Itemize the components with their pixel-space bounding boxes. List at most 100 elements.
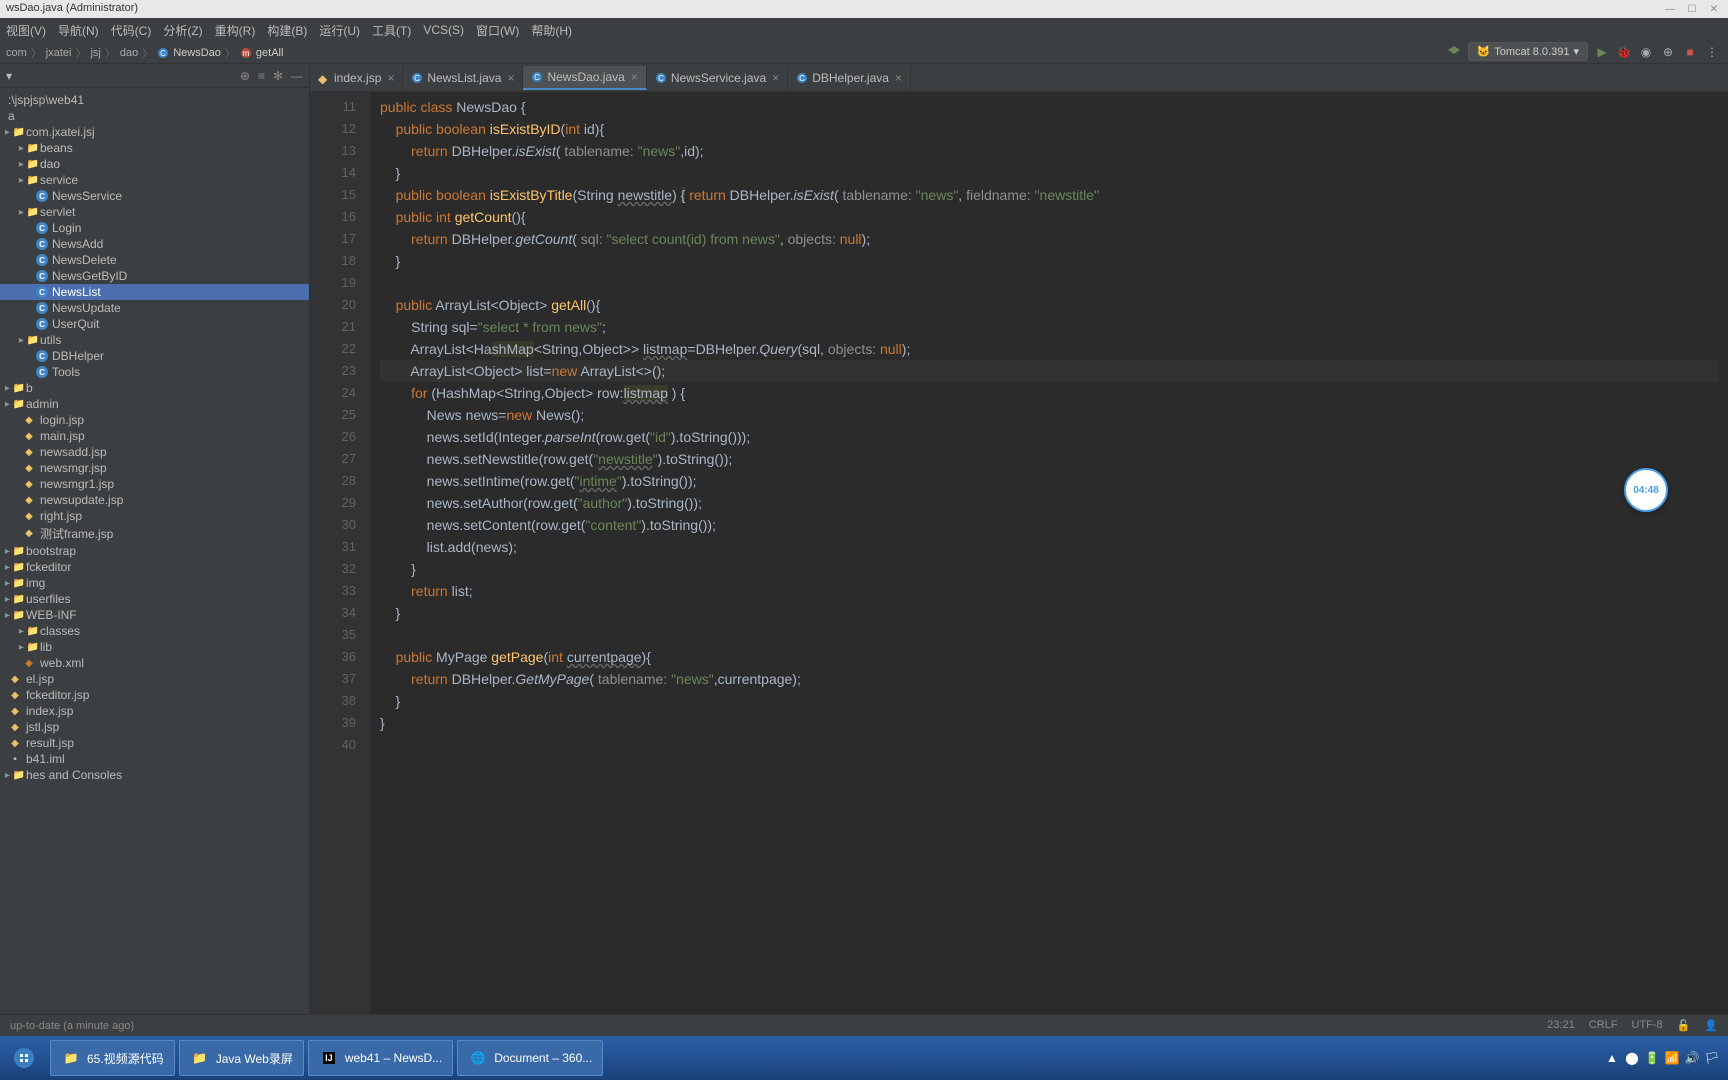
code-line[interactable]: news.setAuthor(row.get("author").toStrin… (380, 492, 1718, 514)
tree-item[interactable]: ▸ 📁img (0, 575, 309, 591)
tree-item[interactable]: ◆result.jsp (0, 735, 309, 751)
tray-icon[interactable]: 🏳 (1704, 1050, 1720, 1066)
line-number[interactable]: 16 (314, 206, 356, 228)
tray-icon[interactable]: 📶 (1664, 1050, 1680, 1066)
profile-icon[interactable]: ⊕ (1660, 44, 1676, 60)
run-configuration[interactable]: 🐱 Tomcat 8.0.391 ▾ (1468, 42, 1588, 61)
line-number[interactable]: 28 (314, 470, 356, 492)
line-number[interactable]: 14 (314, 162, 356, 184)
line-number[interactable]: 35 (314, 624, 356, 646)
code-line[interactable]: for (HashMap<String,Object> row:listmap … (380, 382, 1718, 404)
menu-tools[interactable]: 工具(T) (372, 22, 411, 39)
editor-tab[interactable]: CDBHelper.java× (788, 66, 911, 90)
tree-item[interactable]: ▸ 📁dao (0, 156, 309, 172)
tree-item[interactable]: CLogin (0, 220, 309, 236)
line-number[interactable]: 18 (314, 250, 356, 272)
tree-item[interactable]: ◆newsupdate.jsp (0, 492, 309, 508)
code-line[interactable]: return list; (380, 580, 1718, 602)
code-line[interactable]: ArrayList<HashMap<String,Object>> listma… (380, 338, 1718, 360)
code-line[interactable]: news.setNewstitle(row.get("newstitle").t… (380, 448, 1718, 470)
tree-item[interactable]: ▸ 📁fckeditor (0, 559, 309, 575)
tree-item[interactable]: ▸ 📁hes and Consoles (0, 767, 309, 783)
line-number[interactable]: 17 (314, 228, 356, 250)
tree-item[interactable]: CDBHelper (0, 348, 309, 364)
tree-item[interactable]: CNewsUpdate (0, 300, 309, 316)
close-icon[interactable]: × (895, 71, 902, 85)
tree-item[interactable]: CTools (0, 364, 309, 380)
line-number[interactable]: 23 (314, 360, 356, 382)
line-number[interactable]: 15 (314, 184, 356, 206)
code-line[interactable]: return DBHelper.GetMyPage( tablename: "n… (380, 668, 1718, 690)
stop-icon[interactable]: ■ (1682, 44, 1698, 60)
tree-item[interactable]: CNewsDelete (0, 252, 309, 268)
line-number[interactable]: 26 (314, 426, 356, 448)
tree-item[interactable]: CUserQuit (0, 316, 309, 332)
tree-item[interactable]: CNewsAdd (0, 236, 309, 252)
tree-item[interactable]: ▸ 📁admin (0, 396, 309, 412)
tray-icon[interactable]: 🔋 (1644, 1050, 1660, 1066)
code-line[interactable]: String sql="select * from news"; (380, 316, 1718, 338)
tree-item[interactable]: ▸ 📁com.jxatei.jsj (0, 124, 309, 140)
tree-item[interactable]: ◆测试frame.jsp (0, 524, 309, 543)
tree-item[interactable]: ◆fckeditor.jsp (0, 687, 309, 703)
code-line[interactable]: news.setContent(row.get("content").toStr… (380, 514, 1718, 536)
close-icon[interactable]: × (631, 70, 638, 84)
hide-icon[interactable]: — (291, 69, 303, 83)
menu-analyze[interactable]: 分析(Z) (163, 22, 202, 39)
code-line[interactable]: list.add(news); (380, 536, 1718, 558)
tray-icon[interactable]: ▲ (1604, 1050, 1620, 1066)
readonly-icon[interactable]: 🔓 (1677, 1019, 1691, 1032)
tree-item[interactable]: ◆newsmgr.jsp (0, 460, 309, 476)
line-number[interactable]: 32 (314, 558, 356, 580)
code-line[interactable] (380, 272, 1718, 294)
code-line[interactable]: } (380, 162, 1718, 184)
tree-item[interactable]: ◆login.jsp (0, 412, 309, 428)
start-button[interactable] (0, 1036, 48, 1080)
line-number[interactable]: 22 (314, 338, 356, 360)
code-line[interactable]: ArrayList<Object> list=new ArrayList<>()… (380, 360, 1718, 382)
close-icon[interactable]: × (387, 71, 394, 85)
tree-item[interactable]: ◆main.jsp (0, 428, 309, 444)
crumb-class[interactable]: NewsDao (173, 47, 221, 59)
maximize-button[interactable]: ☐ (1682, 2, 1702, 16)
tree-item[interactable]: ▸ 📁beans (0, 140, 309, 156)
crumb-com[interactable]: com (6, 47, 27, 59)
run-icon[interactable]: ▶ (1594, 44, 1610, 60)
tree-item[interactable]: ▸ 📁bootstrap (0, 543, 309, 559)
editor-tab[interactable]: CNewsService.java× (647, 66, 788, 90)
project-tree[interactable]: :\jspjsp\web41 a ▸ 📁com.jxatei.jsj▸ 📁bea… (0, 88, 309, 787)
file-encoding[interactable]: UTF-8 (1631, 1019, 1662, 1032)
menu-refactor[interactable]: 重构(R) (215, 22, 256, 39)
line-number[interactable]: 33 (314, 580, 356, 602)
project-dropdown[interactable]: ▾ (6, 69, 12, 83)
tree-item[interactable]: ◆jstl.jsp (0, 719, 309, 735)
tree-item[interactable]: ◆newsadd.jsp (0, 444, 309, 460)
close-icon[interactable]: × (772, 71, 779, 85)
line-number[interactable]: 27 (314, 448, 356, 470)
project-root-sub[interactable]: a (0, 108, 309, 124)
tray-icon[interactable]: ⬤ (1624, 1050, 1640, 1066)
close-icon[interactable]: × (507, 71, 514, 85)
line-number[interactable]: 37 (314, 668, 356, 690)
crumb-dao[interactable]: dao (120, 47, 138, 59)
taskbar-item[interactable]: 📁Java Web录屏 (179, 1040, 304, 1076)
tree-item[interactable]: ▸ 📁WEB-INF (0, 607, 309, 623)
line-number[interactable]: 29 (314, 492, 356, 514)
line-number[interactable]: 34 (314, 602, 356, 624)
code-line[interactable]: return DBHelper.isExist( tablename: "new… (380, 140, 1718, 162)
code-line[interactable]: public ArrayList<Object> getAll(){ (380, 294, 1718, 316)
line-number[interactable]: 36 (314, 646, 356, 668)
tree-item[interactable]: ▸ 📁lib (0, 639, 309, 655)
tree-item[interactable]: ▸ 📁utils (0, 332, 309, 348)
line-number[interactable]: 13 (314, 140, 356, 162)
project-root[interactable]: :\jspjsp\web41 (0, 92, 309, 108)
taskbar-item[interactable]: 📁65.视频源代码 (50, 1040, 175, 1076)
line-number[interactable]: 24 (314, 382, 356, 404)
line-number[interactable]: 21 (314, 316, 356, 338)
more-icon[interactable]: ⋮ (1704, 44, 1720, 60)
line-separator[interactable]: CRLF (1589, 1019, 1618, 1032)
menu-navigate[interactable]: 导航(N) (58, 22, 99, 39)
line-number[interactable]: 20 (314, 294, 356, 316)
line-number[interactable]: 19 (314, 272, 356, 294)
code-line[interactable] (380, 624, 1718, 646)
